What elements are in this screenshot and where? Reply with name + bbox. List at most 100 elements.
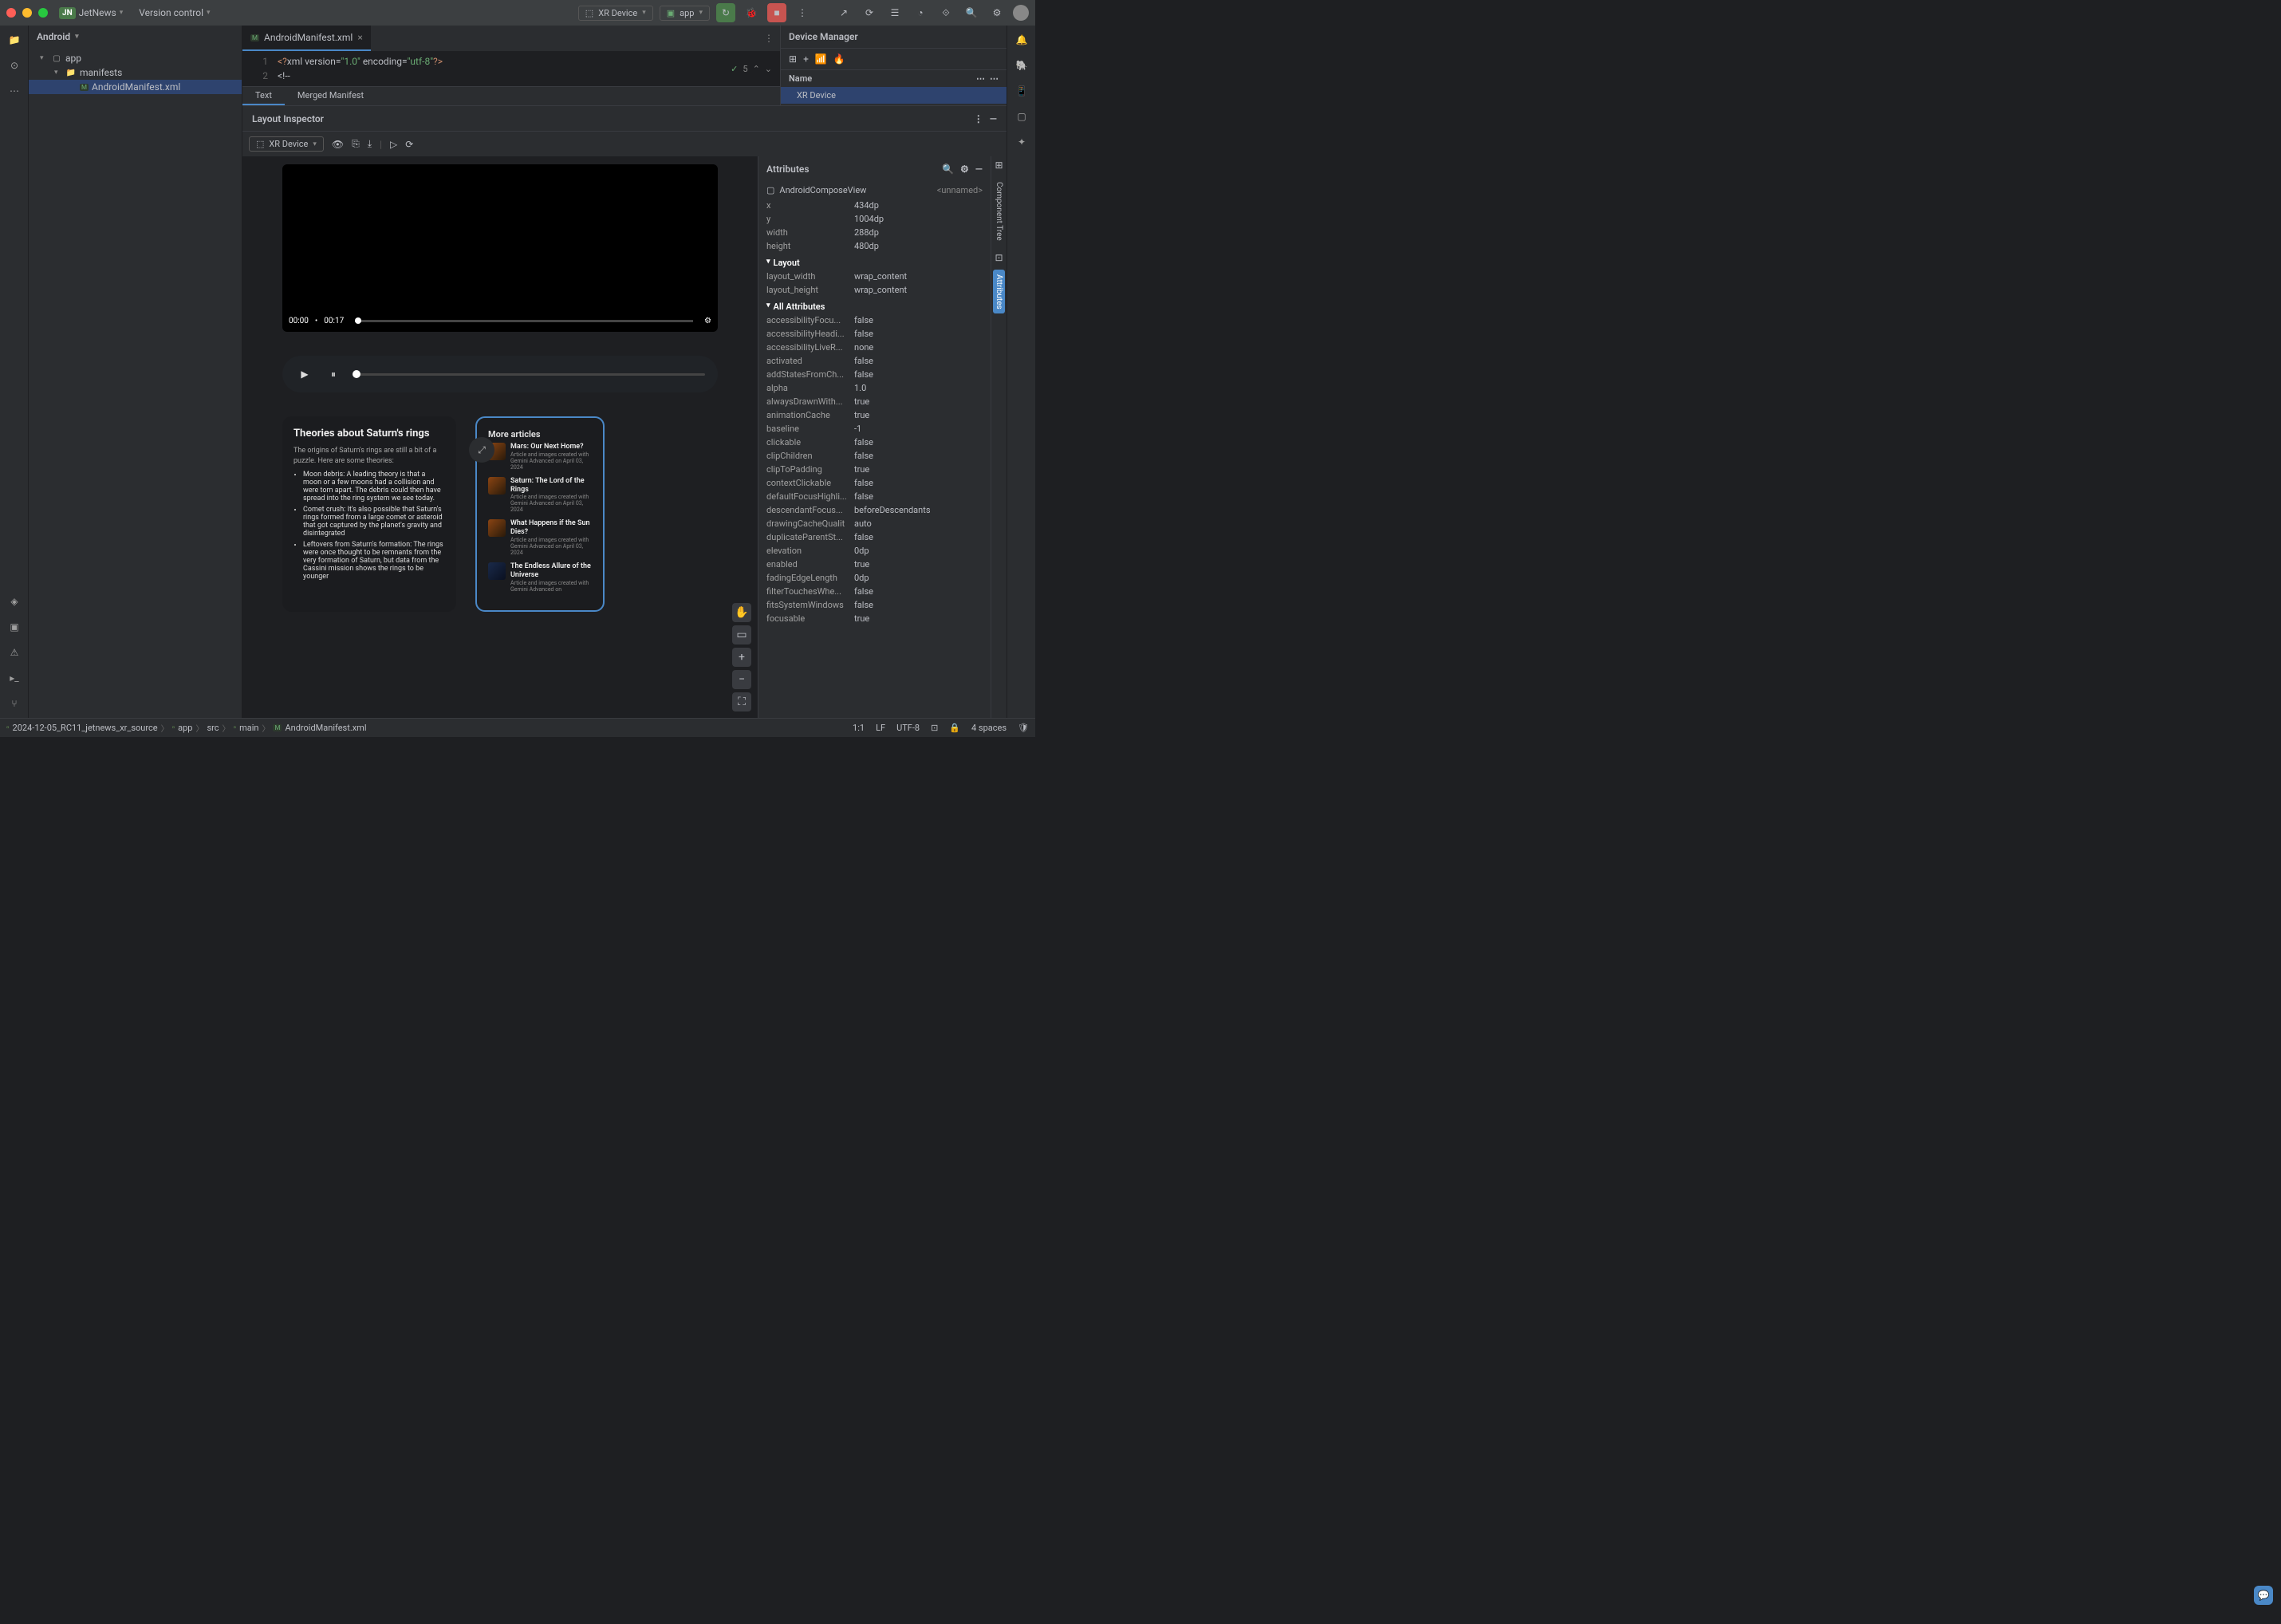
inspect-button[interactable]: ⟐ [936, 3, 955, 22]
more-vert-icon[interactable]: ⋮ [974, 113, 983, 124]
maximize-button[interactable] [38, 8, 48, 18]
more-icon[interactable]: ⋯ [976, 73, 985, 84]
account-avatar[interactable] [1013, 5, 1029, 21]
attr-row[interactable]: drawingCacheQualitauto [758, 517, 991, 530]
project-selector[interactable]: JN JetNews ▾ [54, 6, 128, 21]
code-style-icon[interactable]: ⊡ [931, 723, 938, 733]
cursor-position[interactable]: 1:1 [853, 723, 865, 733]
attr-row[interactable]: baseline-1 [758, 422, 991, 436]
content-card-theories[interactable]: Theories about Saturn's rings The origin… [282, 416, 456, 612]
gradle-button[interactable]: 🐘 [1007, 54, 1036, 77]
article-item[interactable]: What Happens if the Sun Dies? Article an… [488, 519, 592, 556]
add-icon[interactable]: + [803, 53, 809, 65]
minimize-icon[interactable]: — [990, 113, 997, 124]
attr-row[interactable]: width288dp [758, 226, 991, 239]
zoom-in-button[interactable]: + [732, 648, 751, 667]
code-editor[interactable]: 1 <?xml version="1.0" encoding="utf-8"?>… [242, 51, 780, 86]
attr-row[interactable]: alpha1.0 [758, 381, 991, 395]
notifications-button[interactable]: 🔔 [1007, 29, 1036, 51]
sub-tab-merged[interactable]: Merged Manifest [285, 87, 376, 105]
chevron-up-icon[interactable]: ⌃ [753, 64, 760, 74]
search-icon[interactable]: 🔍 [942, 164, 954, 175]
wifi-icon[interactable]: 📶 [815, 53, 827, 65]
gear-icon[interactable]: ⚙ [704, 317, 711, 325]
project-panel-header[interactable]: Android ▾ [29, 26, 242, 48]
breadcrumb-item[interactable]: src [207, 723, 219, 733]
attr-row[interactable]: contextClickablefalse [758, 476, 991, 490]
attr-group-layout[interactable]: ▾ Layout [758, 253, 991, 270]
file-encoding[interactable]: UTF-8 [896, 723, 920, 733]
component-tree-tab[interactable]: Component Tree [993, 177, 1005, 246]
attr-row[interactable]: addStatesFromCh...false [758, 368, 991, 381]
article-item[interactable]: Saturn: The Lord of the Rings Article an… [488, 477, 592, 514]
attr-row[interactable]: accessibilityHeadi...false [758, 327, 991, 341]
run-button[interactable]: ↻ [716, 3, 735, 22]
breadcrumb-item[interactable]: 2024-12-05_RC11_jetnews_xr_source [13, 723, 158, 733]
tree-item-app[interactable]: ▾ ▢ app [29, 51, 242, 65]
attr-row[interactable]: accessibilityLiveR...none [758, 341, 991, 354]
export-icon[interactable]: ⤓ [368, 138, 372, 150]
attr-row[interactable]: layout_widthwrap_content [758, 270, 991, 283]
breadcrumb-item[interactable]: AndroidManifest.xml [285, 723, 366, 733]
grid-icon[interactable]: ⊞ [789, 53, 797, 65]
line-ending[interactable]: LF [876, 723, 885, 733]
more-vert-icon[interactable]: ⋮ [764, 33, 774, 44]
shield-icon[interactable]: 🛡 [1018, 723, 1029, 733]
attr-row[interactable]: enabledtrue [758, 558, 991, 571]
attr-row[interactable]: defaultFocusHighli...false [758, 490, 991, 503]
attr-row[interactable]: accessibilityFocu...false [758, 313, 991, 327]
attr-row[interactable]: activatedfalse [758, 354, 991, 368]
fire-icon[interactable]: 🔥 [833, 53, 845, 65]
pan-button[interactable]: ✋ [732, 603, 751, 622]
attributes-icon[interactable]: ⊡ [995, 252, 1003, 263]
sync-button[interactable]: ⟳ [860, 3, 879, 22]
lock-icon[interactable]: 🔒 [949, 723, 960, 733]
more-button[interactable]: ⋮ [793, 3, 812, 22]
attr-row[interactable]: x434dp [758, 199, 991, 212]
audio-player[interactable]: ▶ ⏸ [282, 356, 718, 392]
ai-button[interactable]: ✦ [1007, 131, 1036, 153]
tree-item-manifest-file[interactable]: M AndroidManifest.xml [29, 80, 242, 94]
debug-button[interactable]: 🐞 [742, 3, 761, 22]
editor-problems[interactable]: ✓ 5 ⌃ ⌄ [723, 54, 780, 83]
attr-row[interactable]: elevation0dp [758, 544, 991, 558]
attr-row[interactable]: clipChildrenfalse [758, 449, 991, 463]
attr-group-all[interactable]: ▾ All Attributes [758, 297, 991, 313]
code-with-me-button[interactable]: ↗ [834, 3, 853, 22]
device-row[interactable]: XR Device [781, 87, 1007, 104]
device-selector[interactable]: ⬚ XR Device ▾ [578, 6, 653, 21]
indent-settings[interactable]: 4 spaces [971, 723, 1007, 733]
layers-button[interactable]: ▭ [732, 625, 751, 644]
inspector-device-selector[interactable]: ⬚ XR Device ▾ [249, 136, 324, 152]
chevron-down-icon[interactable]: ⌄ [765, 64, 772, 74]
vcs-tool-button[interactable]: ⑂ [0, 692, 29, 715]
version-control-menu[interactable]: Version control ▾ [134, 6, 215, 20]
attr-row[interactable]: duplicateParentSt...false [758, 530, 991, 544]
close-icon[interactable]: × [357, 32, 362, 43]
zoom-out-button[interactable]: − [732, 670, 751, 689]
running-devices-button[interactable]: ▢ [1007, 105, 1036, 128]
attr-row[interactable]: descendantFocus...beforeDescendants [758, 503, 991, 517]
minimize-icon[interactable]: — [975, 164, 983, 175]
expand-fab[interactable]: ⤢ [469, 437, 494, 463]
logcat-tool-button[interactable]: ▣ [0, 616, 29, 638]
gear-icon[interactable]: ⚙ [960, 164, 969, 175]
terminal-tool-button[interactable]: ▸_ [0, 667, 29, 689]
sub-tab-text[interactable]: Text [242, 87, 285, 105]
commit-tool-button[interactable]: ⊙ [0, 54, 29, 77]
attr-row[interactable]: y1004dp [758, 212, 991, 226]
snapshot-icon[interactable]: ⎘ [352, 138, 360, 150]
article-item[interactable]: The Endless Allure of the Universe Artic… [488, 562, 592, 593]
ai-assistant-fab[interactable]: 💬 [2254, 1586, 2273, 1605]
profile-button[interactable]: ◔ [911, 3, 930, 22]
search-button[interactable]: 🔍 [962, 3, 981, 22]
audio-scrubber[interactable] [353, 373, 705, 376]
run-config-selector[interactable]: ▣ app ▾ [660, 6, 710, 21]
pointer-icon[interactable]: ▷ [390, 139, 397, 150]
minimize-button[interactable] [22, 8, 32, 18]
attr-row[interactable]: filterTouchesWhe...false [758, 585, 991, 598]
play-icon[interactable]: ▶ [295, 365, 314, 384]
attr-row[interactable]: focusabletrue [758, 612, 991, 625]
pause-icon[interactable]: ⏸ [324, 365, 343, 384]
breadcrumb-item[interactable]: app [178, 723, 192, 733]
